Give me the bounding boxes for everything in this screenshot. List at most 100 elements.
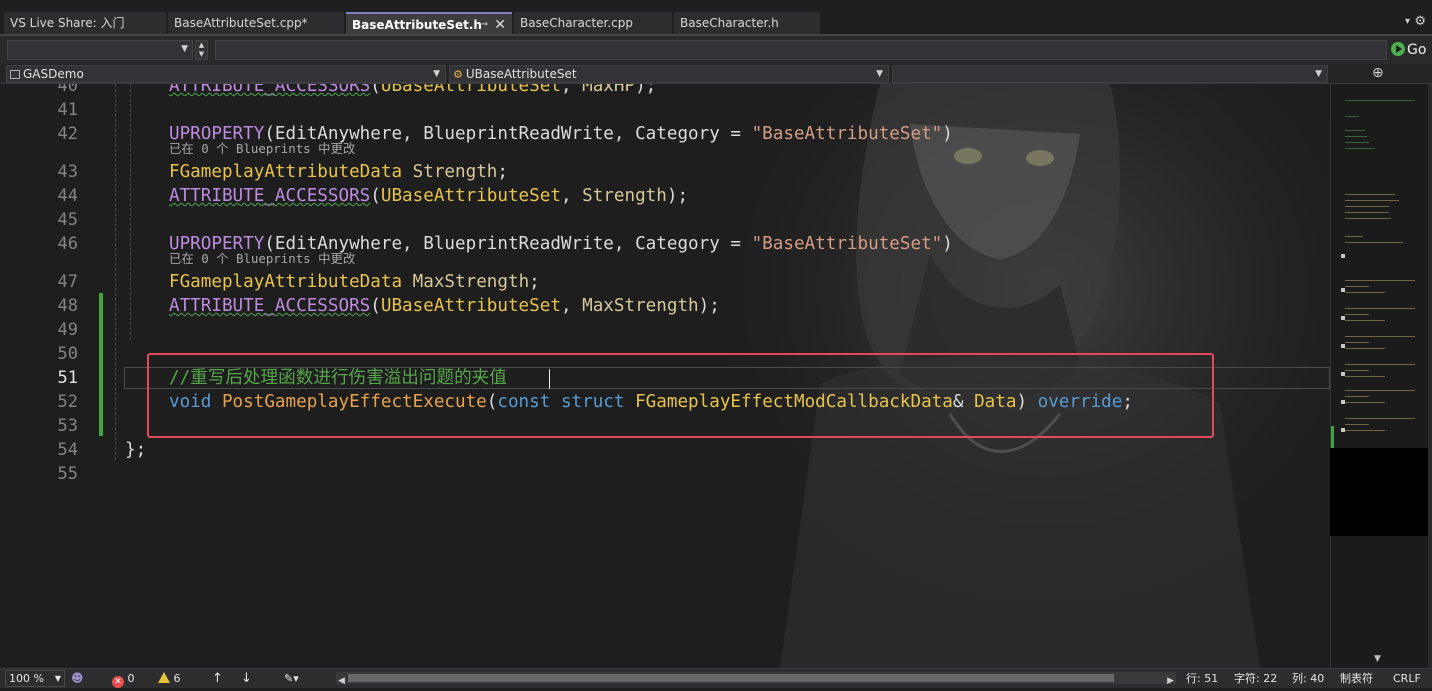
copilot-icon[interactable]: ☻ — [71, 669, 84, 688]
scroll-down-icon[interactable]: ▼ — [1374, 654, 1381, 664]
command-input[interactable] — [215, 40, 1387, 60]
line-number: 40 — [57, 84, 78, 96]
go-button[interactable]: Go — [1389, 40, 1431, 60]
chevron-down-icon: ▼ — [433, 69, 440, 79]
code-line: ATTRIBUTE_ACCESSORS(UBaseAttributeSet, S… — [169, 184, 688, 208]
line-number: 49 — [57, 320, 78, 340]
tab-basecharacter-h[interactable]: BaseCharacter.h — [674, 12, 820, 34]
pin-icon[interactable]: ⊸ — [480, 14, 488, 36]
vertical-scrollbar[interactable] — [1428, 84, 1432, 668]
chevron-down-icon: ▼ — [181, 44, 188, 54]
minimap-viewport[interactable] — [1330, 448, 1428, 536]
spin-button[interactable]: ▲ ▼ — [195, 40, 208, 60]
indent-guide — [115, 84, 116, 460]
error-count-value: 0 — [127, 672, 135, 685]
class-icon: ⚙ — [453, 68, 463, 81]
tab-label: VS Live Share: 入门 — [10, 16, 125, 30]
tab-label: BaseCharacter.h — [680, 16, 779, 30]
code-token: ( — [370, 186, 381, 206]
scope-combo[interactable]: ▼ — [7, 40, 193, 60]
project-dropdown[interactable]: GASDemo ▼ — [6, 65, 446, 83]
code-token: ); — [698, 296, 720, 316]
status-bar: 100 % ▼ ☻ ✕ 0 6 ↑ ↓ ✎▾ ◀ ▶ 行: 51 字符: 22 列… — [0, 668, 1432, 688]
code-token: UBaseAttributeSet — [380, 186, 561, 206]
project-label: GASDemo — [23, 67, 84, 81]
code-token: MaxStrength — [412, 272, 530, 292]
code-token: ); — [666, 186, 689, 206]
code-token: ) — [942, 124, 953, 144]
error-count[interactable]: ✕ 0 — [112, 669, 135, 688]
line-number: 50 — [57, 344, 78, 364]
indent-guide — [130, 84, 131, 340]
tab-live-share[interactable]: VS Live Share: 入门 — [4, 12, 166, 34]
column-indicator[interactable]: 列: 40 — [1292, 669, 1324, 688]
code-token: ( — [370, 84, 381, 96]
tab-label: BaseCharacter.cpp — [520, 16, 634, 30]
go-label: Go — [1407, 42, 1427, 58]
codelens-hint[interactable]: 已在 0 个 Blueprints 中更改 — [169, 252, 355, 266]
navigation-bar: GASDemo ▼ ⚙ UBaseAttributeSet ▼ ▼ ⊕ — [0, 64, 1432, 84]
tab-label: BaseAttributeSet.h — [352, 18, 482, 32]
highlight-annotation-box — [147, 353, 1214, 438]
line-indicator[interactable]: 行: 51 — [1186, 669, 1218, 688]
code-token: , — [560, 84, 583, 96]
code-editor[interactable]: 40 ATTRIBUTE_ACCESSORS(UBaseAttributeSet,… — [0, 84, 1330, 668]
find-toolbar: ▼ ▲ ▼ Go — [0, 36, 1432, 64]
line-ending[interactable]: CRLF — [1393, 669, 1421, 688]
scrollbar-thumb[interactable] — [348, 674, 1114, 682]
line-number: 51 — [57, 368, 78, 388]
code-token: , — [560, 186, 583, 206]
document-tab-bar: VS Live Share: 入门 BaseAttributeSet.cpp* … — [0, 0, 1432, 36]
code-line: FGameplayAttributeData MaxStrength; — [169, 270, 540, 294]
code-token: Strength — [582, 186, 667, 206]
code-token: "BaseAttributeSet" — [751, 124, 943, 144]
code-line: ATTRIBUTE_ACCESSORS(UBaseAttributeSet, M… — [169, 84, 656, 98]
change-indicator — [99, 293, 103, 436]
tab-baseattributeset-cpp[interactable]: BaseAttributeSet.cpp* — [168, 12, 344, 34]
chevron-down-icon: ▼ — [54, 674, 61, 683]
member-dropdown[interactable]: ▼ — [892, 65, 1328, 83]
class-label: UBaseAttributeSet — [465, 67, 577, 81]
arrow-down-icon[interactable]: ↓ — [241, 669, 252, 688]
code-line: }; — [125, 438, 146, 462]
line-number: 55 — [57, 464, 78, 484]
code-token: , — [560, 296, 583, 316]
play-icon — [1391, 42, 1405, 56]
line-number: 53 — [57, 416, 78, 436]
code-token: UBaseAttributeSet — [380, 296, 561, 316]
warning-count[interactable]: 6 — [158, 669, 181, 688]
code-token: FGameplayAttributeData — [169, 162, 403, 182]
char-indicator[interactable]: 字符: 22 — [1234, 669, 1277, 688]
minimap-preview — [1331, 100, 1429, 456]
error-icon: ✕ — [112, 676, 124, 688]
zoom-dropdown[interactable]: 100 % ▼ — [5, 670, 65, 687]
minimap[interactable] — [1330, 84, 1429, 668]
warning-count-value: 6 — [173, 672, 181, 685]
code-token: ; — [497, 162, 508, 182]
zoom-value: 100 % — [9, 672, 44, 685]
code-token: ); — [635, 84, 657, 96]
line-number: 45 — [57, 210, 78, 230]
scroll-right-icon[interactable]: ▶ — [1167, 672, 1174, 691]
indent-mode[interactable]: 制表符 — [1340, 669, 1373, 688]
tab-baseattributeset-h[interactable]: BaseAttributeSet.h ⊸ ✕ — [346, 12, 512, 34]
line-number: 47 — [57, 272, 78, 292]
tab-overflow-chevron-icon[interactable]: ▾ — [1405, 16, 1410, 27]
warning-icon — [158, 672, 170, 683]
line-number: 42 — [57, 124, 78, 144]
codelens-hint[interactable]: 已在 0 个 Blueprints 中更改 — [169, 142, 355, 156]
split-editor-icon[interactable]: ⊕ — [1372, 65, 1384, 81]
code-token: }; — [125, 440, 147, 460]
gear-icon[interactable]: ⚙ — [1414, 14, 1426, 29]
close-icon[interactable]: ✕ — [494, 14, 506, 36]
arrow-up-icon[interactable]: ↑ — [212, 669, 223, 688]
tab-basecharacter-cpp[interactable]: BaseCharacter.cpp — [514, 12, 672, 34]
class-dropdown[interactable]: ⚙ UBaseAttributeSet ▼ — [449, 65, 889, 83]
line-number: 52 — [57, 392, 78, 412]
line-number: 41 — [57, 100, 78, 120]
code-token: Strength — [412, 162, 498, 182]
brush-icon[interactable]: ✎▾ — [284, 669, 299, 688]
scroll-left-icon[interactable]: ◀ — [338, 672, 345, 691]
code-token: MaxStrength — [582, 296, 699, 316]
code-token: ) — [942, 234, 953, 254]
